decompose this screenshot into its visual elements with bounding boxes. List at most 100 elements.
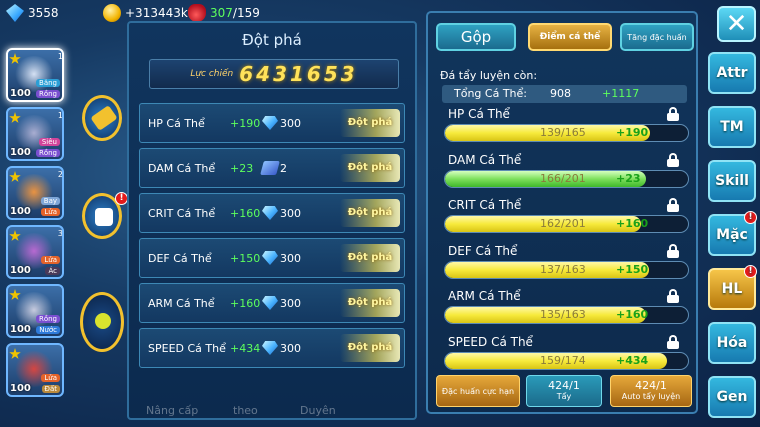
- stat-name: HP Cá Thể: [448, 107, 510, 121]
- stat-bonus: +150: [230, 252, 261, 265]
- stat-bonus: +23: [230, 162, 254, 175]
- breakthrough-button[interactable]: Đột phá: [340, 334, 400, 362]
- stat-bonus: +190: [616, 126, 649, 139]
- pet-type-tag: Rồng: [35, 315, 60, 323]
- pet-card[interactable]: 100 Rồng Nước: [6, 284, 64, 338]
- menu-gen[interactable]: Gen: [708, 376, 756, 418]
- pet-type-tag: Nước: [36, 326, 60, 334]
- menu-label: Hóa: [716, 335, 748, 351]
- individual-stat-row: ARM Cá Thể 135/163 +160: [444, 289, 689, 329]
- menu-label: TM: [720, 119, 744, 135]
- stat-name: CRIT Cá Thể: [448, 198, 522, 212]
- menu-tm[interactable]: TM: [708, 106, 756, 148]
- lock-icon[interactable]: [667, 243, 679, 258]
- notification-dot: !: [744, 211, 757, 224]
- tab-bond[interactable]: Duyên: [300, 404, 336, 417]
- stat-bonus: +434: [230, 342, 261, 355]
- menu-label: Gen: [716, 389, 748, 405]
- bottom-tabs: Nâng cấp theo Duyên: [138, 383, 408, 419]
- breakthrough-panel: Đột phá Lực chiến 6431653 HP Cá Thể +190 3…: [127, 21, 417, 420]
- cost-amount: 300: [280, 207, 301, 220]
- wash-button[interactable]: 424/1 Tẩy: [526, 375, 602, 407]
- pet-type-tag: Lửa: [41, 208, 60, 216]
- breakthrough-button[interactable]: Đột phá: [340, 109, 400, 137]
- total-value: 908: [550, 87, 571, 100]
- tab-upgrade[interactable]: Nâng cấp: [146, 404, 198, 417]
- stat-value: 159/174: [540, 353, 586, 367]
- pet-type-tag: Lửa: [41, 374, 60, 382]
- wash-count: 424/1: [548, 379, 580, 392]
- pet-level: 100: [10, 206, 31, 217]
- breakthrough-button[interactable]: Đột phá: [340, 289, 400, 317]
- cost-amount: 300: [280, 252, 301, 265]
- auto-wash-count: 424/1: [635, 379, 667, 392]
- menu-hl[interactable]: HL!: [708, 265, 757, 310]
- pet-level: 100: [10, 88, 31, 99]
- merge-button[interactable]: Gộp: [436, 23, 516, 51]
- menu-mặc[interactable]: Mặc!: [708, 211, 757, 256]
- pet-slot-number: 1: [57, 111, 63, 120]
- stat-name: HP Cá Thể: [148, 117, 205, 130]
- pet-slot-number: 2: [57, 170, 63, 179]
- pet-type-tag: Bay: [40, 197, 60, 205]
- close-button[interactable]: ✕: [717, 6, 756, 42]
- pet-type-tag: Đất: [41, 385, 60, 393]
- stat-bonus: +150: [616, 262, 649, 276]
- special-training-button[interactable]: Đặc huấn cực hạn: [436, 375, 520, 407]
- lock-icon[interactable]: [667, 152, 679, 167]
- lock-icon[interactable]: [667, 198, 679, 212]
- stat-value: 162/201: [540, 217, 586, 230]
- pet-card[interactable]: 2 100 Bay Lửa: [6, 166, 64, 220]
- gold-coin-icon: [103, 4, 121, 22]
- menu-skill[interactable]: Skill: [708, 160, 756, 202]
- stat-name: DAM Cá Thể: [448, 152, 522, 167]
- individual-stat-row: HP Cá Thể 139/165 +190: [444, 107, 689, 147]
- bag-bubble[interactable]: !: [82, 192, 128, 239]
- potion-icon: [188, 4, 206, 22]
- boost-training-tab[interactable]: Tăng đặc huấn: [620, 23, 694, 51]
- diamond-icon: [6, 4, 24, 22]
- lock-icon[interactable]: [667, 334, 679, 349]
- pet-type-tag: Rồng: [35, 149, 60, 157]
- breakthrough-button[interactable]: Đột phá: [340, 154, 400, 182]
- menu-label: Attr: [716, 65, 748, 81]
- pet-slot-number: 1: [57, 52, 63, 61]
- stat-bonus: +434: [616, 353, 649, 367]
- breakthrough-button[interactable]: Đột phá: [340, 199, 400, 227]
- diamond-icon: [262, 116, 278, 130]
- pet-card[interactable]: 1 100 Siêu Rồng: [6, 107, 64, 161]
- individual-stat-row: DEF Cá Thể 137/163 +150: [444, 243, 689, 284]
- evolve-bubble[interactable]: [82, 95, 122, 141]
- panel-title: Đột phá: [242, 31, 302, 49]
- pet-type-tag: Ác: [45, 267, 60, 275]
- diamond-icon: [262, 296, 278, 310]
- menu-attr[interactable]: Attr: [708, 52, 756, 94]
- orb-wheel[interactable]: [80, 292, 124, 352]
- menu-hóa[interactable]: Hóa: [708, 322, 756, 364]
- stat-bonus: +160: [230, 207, 261, 220]
- breakthrough-row: SPEED Cá Thể +434 300 Đột phá: [139, 328, 405, 368]
- lock-icon[interactable]: [667, 107, 679, 121]
- stat-bonus: +160: [230, 297, 261, 310]
- lock-icon[interactable]: [667, 289, 679, 303]
- diamond-icon: [262, 206, 278, 220]
- pet-card[interactable]: 3 100 Lửa Ác: [6, 225, 64, 279]
- pet-card[interactable]: 1 100 Băng Rồng: [6, 48, 64, 102]
- menu-label: HL: [721, 281, 743, 297]
- auto-wash-button[interactable]: 424/1 Auto tẩy luyện: [610, 375, 692, 407]
- total-bonus: +1117: [602, 87, 640, 100]
- pet-level: 100: [10, 324, 31, 335]
- pet-type-tag: Lửa: [41, 256, 60, 264]
- combat-power: Lực chiến 6431653: [149, 59, 399, 89]
- breakthrough-button[interactable]: Đột phá: [340, 244, 400, 272]
- gold-counter: +313443k: [103, 4, 188, 22]
- tab-follow[interactable]: theo: [233, 404, 258, 417]
- individual-points-panel: Gộp Điểm cá thể Tăng đặc huấn Đá tẩy luy…: [426, 11, 698, 414]
- individual-points-tab[interactable]: Điểm cá thể: [528, 23, 612, 51]
- stat-name: SPEED Cá Thể: [448, 334, 533, 349]
- menu-label: Skill: [715, 173, 749, 189]
- pet-type-tag: Băng: [36, 79, 60, 87]
- total-label: Tổng Cá Thể:: [454, 87, 527, 100]
- pet-card[interactable]: 100 Lửa Đất: [6, 343, 64, 397]
- diamond-counter: 3558: [6, 4, 59, 22]
